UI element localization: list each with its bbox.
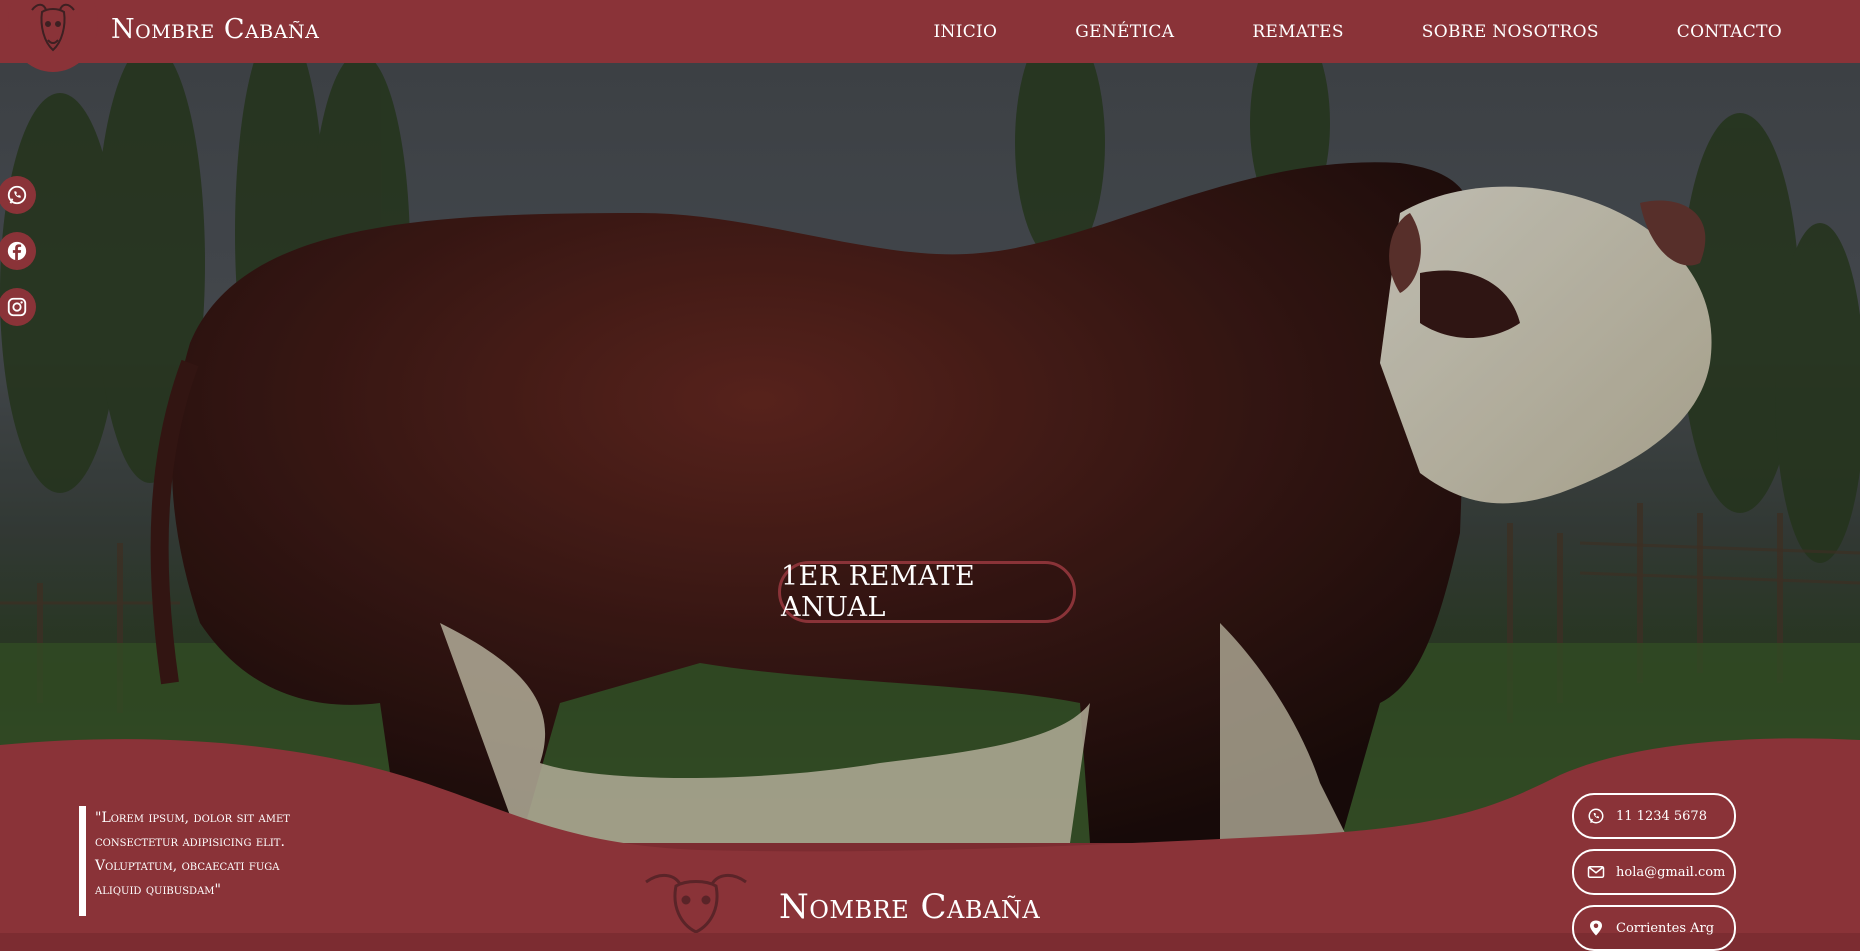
whatsapp-icon xyxy=(7,185,27,205)
nav-remates[interactable]: REMATES xyxy=(1252,22,1343,42)
brand-name[interactable]: Nombre Cabaña xyxy=(111,14,319,45)
nav-genetica[interactable]: GENÉTICA xyxy=(1075,22,1174,42)
phone-contact[interactable]: 11 1234 5678 xyxy=(1572,793,1736,839)
footer-brand-name: Nombre Cabaña xyxy=(779,887,1041,927)
footer-quote: "Lorem ipsum, dolor sit amet consectetur… xyxy=(79,806,311,916)
hero-dark-overlay xyxy=(0,63,1860,843)
remate-anual-button[interactable]: 1ER REMATE ANUAL xyxy=(778,561,1076,623)
instagram-button[interactable] xyxy=(0,288,36,326)
location-text: Corrientes Arg xyxy=(1616,920,1715,936)
nav-sobre-nosotros[interactable]: SOBRE NOSOTROS xyxy=(1422,22,1599,42)
facebook-button[interactable] xyxy=(0,232,36,270)
cow-logo-icon xyxy=(31,3,75,52)
footer-cow-logo-icon xyxy=(645,874,747,933)
main-nav: INICIO GENÉTICA REMATES SOBRE NOSOTROS C… xyxy=(856,0,1782,63)
location-contact[interactable]: Corrientes Arg xyxy=(1572,905,1736,951)
phone-text: 11 1234 5678 xyxy=(1616,808,1707,824)
location-pin-icon xyxy=(1586,918,1606,938)
mail-icon xyxy=(1586,862,1606,882)
facebook-icon xyxy=(7,241,27,261)
email-contact[interactable]: hola@gmail.com xyxy=(1572,849,1736,895)
whatsapp-icon xyxy=(1586,806,1606,826)
whatsapp-button[interactable] xyxy=(0,176,36,214)
email-text: hola@gmail.com xyxy=(1616,864,1726,880)
hero-section: 1ER REMATE ANUAL xyxy=(0,63,1860,843)
nav-contacto[interactable]: CONTACTO xyxy=(1677,22,1782,42)
instagram-icon xyxy=(7,297,27,317)
social-rail xyxy=(0,176,36,344)
nav-inicio[interactable]: INICIO xyxy=(934,22,998,42)
